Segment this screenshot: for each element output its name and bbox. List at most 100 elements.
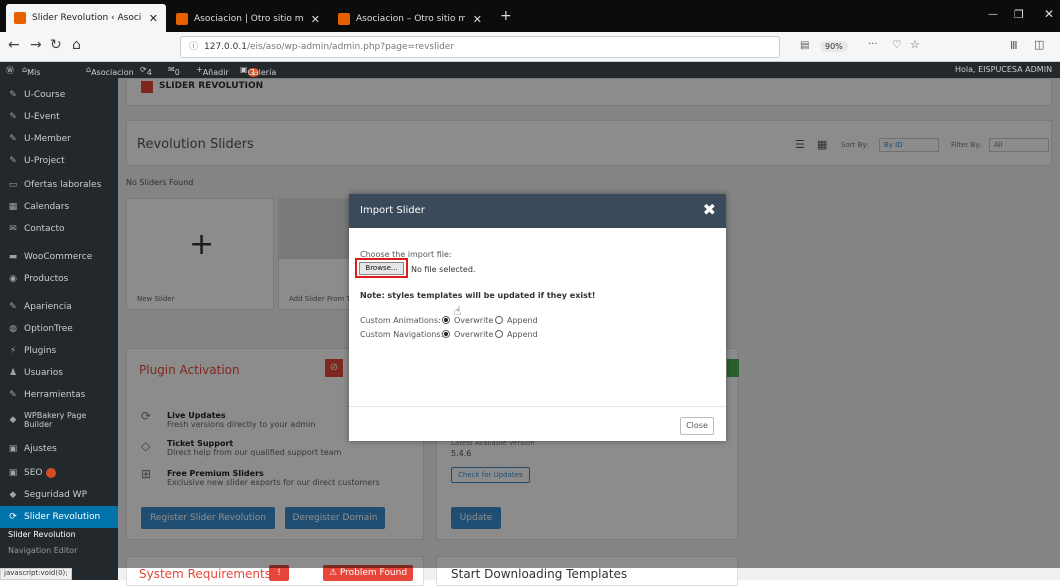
users-icon: ♟: [8, 368, 18, 378]
tab-asociacion-2[interactable]: Asociacion – Otro sitio más de ✕: [330, 6, 490, 32]
animations-overwrite-radio[interactable]: [442, 316, 450, 324]
wrench-icon: ✎: [9, 390, 17, 400]
pin-icon: ✎: [9, 112, 17, 122]
my-sites-link[interactable]: ⌂ Mis sitios: [22, 65, 48, 86]
sidebar-item[interactable]: ✎ U-Project: [0, 150, 118, 172]
sidebar-item[interactable]: ⚡ Plugins: [0, 340, 118, 362]
wp-admin-sidebar: ✎ U-Course ✎ U-Event ✎ U-Member ✎ U-Project ▭ Ofe…: [0, 78, 118, 580]
sidebar-subitem[interactable]: Slider Revolution: [0, 530, 118, 539]
reload-icon[interactable]: ↻: [50, 37, 62, 53]
sidebar-item-label: Usuarios: [24, 368, 63, 378]
site-name-label: Asociacion: [91, 68, 134, 77]
back-icon[interactable]: ←: [8, 37, 20, 53]
info-icon[interactable]: ⓘ: [189, 42, 198, 52]
updates-count: 4: [146, 68, 152, 77]
sidebar-item-label: Apariencia: [24, 302, 72, 312]
navigations-overwrite-radio[interactable]: [442, 330, 450, 338]
favicon-icon: [176, 13, 188, 25]
pin-icon: ✎: [9, 90, 17, 100]
sidebar-item-label: Seguridad WP: [24, 490, 87, 500]
user-greeting[interactable]: Hola, EISPUCESA ADMIN: [955, 65, 1052, 74]
site-name-link[interactable]: ⌂ Asociacion: [86, 65, 134, 77]
sidebar-subitem[interactable]: Navigation Editor: [0, 546, 118, 555]
sidebar-item[interactable]: ▣ SEO: [0, 462, 118, 484]
navigations-append-radio[interactable]: [495, 330, 503, 338]
sidebar-item[interactable]: ⟳ Slider Revolution: [0, 506, 118, 528]
updates-link[interactable]: ⟳ 4: [140, 65, 152, 77]
library-icon[interactable]: Ⅲ: [1010, 39, 1018, 52]
gallery-link[interactable]: ▣ 1 Galería: [240, 65, 276, 77]
box-icon: ◉: [9, 274, 17, 284]
close-icon[interactable]: ✖: [703, 200, 716, 219]
tree-icon: ◍: [9, 324, 17, 334]
sidebar-item-label: WooCommerce: [24, 252, 93, 262]
sidebar-item[interactable]: ▭ Ofertas laborales: [0, 174, 118, 196]
overwrite-label: Overwrite: [454, 330, 494, 339]
close-window-icon[interactable]: ✕: [1044, 7, 1054, 21]
sidebar-item-label: Plugins: [24, 346, 57, 356]
animations-append-radio[interactable]: [495, 316, 503, 324]
sidebar-item[interactable]: ▬ WooCommerce: [0, 246, 118, 268]
sidebar-item-label: WPBakery Page Builder: [24, 411, 87, 429]
plug-icon: ⚡: [9, 346, 17, 356]
add-new-link[interactable]: + Añadir: [196, 65, 229, 77]
sidebar-item[interactable]: ✎ U-Member: [0, 128, 118, 150]
browse-button[interactable]: Browse...: [359, 262, 404, 275]
sidebar-item-label: SEO: [24, 468, 43, 478]
url-bar[interactable]: ⓘ 127.0.0.1/eis/aso/wp-admin/admin.php?pa…: [180, 36, 780, 58]
reader-view-icon[interactable]: ▤: [800, 40, 809, 51]
favicon-icon: [14, 12, 26, 24]
pocket-icon[interactable]: ♡: [892, 38, 902, 51]
sidebar-item[interactable]: ◉ Productos: [0, 268, 118, 290]
bakery-icon: ◆: [9, 415, 17, 425]
sidebar-item[interactable]: ✎ Apariencia: [0, 296, 118, 318]
sidebar-item[interactable]: ✎ U-Event: [0, 106, 118, 128]
sidebar-item[interactable]: ♟ Usuarios: [0, 362, 118, 384]
sidebar-item-label: Slider Revolution: [24, 512, 101, 522]
zoom-level[interactable]: 90%: [820, 41, 848, 52]
sidebar-item[interactable]: ◍ OptionTree: [0, 318, 118, 340]
favicon-icon: [338, 13, 350, 25]
sidebar-item-label: Ajustes: [24, 444, 57, 454]
sidebar-item[interactable]: ▣ Ajustes: [0, 438, 118, 460]
no-file-selected-text: No file selected.: [411, 265, 476, 274]
browser-tab-bar: Slider Revolution ‹ Asociacion ✕ Asociac…: [0, 0, 1060, 32]
close-tab-icon[interactable]: ✕: [149, 12, 158, 25]
sidebar-toggle-icon[interactable]: ◫: [1034, 38, 1044, 51]
close-tab-icon[interactable]: ✕: [473, 13, 482, 26]
url-path: /eis/aso/wp-admin/admin.php?page=revslid…: [246, 42, 455, 52]
new-tab-button[interactable]: +: [500, 8, 512, 24]
close-tab-icon[interactable]: ✕: [311, 13, 320, 26]
forward-icon[interactable]: →: [30, 37, 42, 53]
tab-title: Slider Revolution ‹ Asociacion: [32, 13, 141, 23]
comments-link[interactable]: ✉ 0: [168, 65, 180, 77]
overwrite-label: Overwrite: [454, 316, 494, 325]
wordpress-logo-icon[interactable]: Ⓦ: [6, 65, 14, 76]
custom-animations-label: Custom Animations:: [360, 316, 441, 325]
close-button[interactable]: Close: [680, 417, 714, 435]
brush-icon: ✎: [9, 302, 17, 312]
sidebar-item-label: U-Event: [24, 112, 60, 122]
sidebar-item[interactable]: ◆ WPBakery Page Builder: [0, 406, 118, 434]
shield-icon: ◆: [9, 490, 17, 500]
start-downloading-title: Start Downloading Templates: [451, 567, 628, 581]
tab-slider-revolution[interactable]: Slider Revolution ‹ Asociacion ✕: [6, 4, 166, 32]
pin-icon: ✎: [9, 134, 17, 144]
pin-icon: ✎: [9, 156, 17, 166]
restore-icon[interactable]: ❐: [1014, 8, 1024, 21]
sidebar-item[interactable]: ◆ Seguridad WP: [0, 484, 118, 506]
page-actions-icon[interactable]: ···: [868, 39, 878, 50]
home-icon[interactable]: ⌂: [72, 37, 81, 53]
sidebar-item[interactable]: ▦ Calendars: [0, 196, 118, 218]
append-label: Append: [507, 316, 538, 325]
status-bar: javascript:void(0);: [0, 568, 72, 580]
dialog-footer: Close: [349, 406, 726, 441]
minimize-icon[interactable]: —: [988, 9, 998, 20]
sidebar-item[interactable]: ✉ Contacto: [0, 218, 118, 240]
import-slider-dialog: Import Slider ✖ Choose the import file: …: [349, 194, 726, 441]
bookmark-star-icon[interactable]: ☆: [910, 38, 920, 51]
browser-nav-bar: ← → ↻ ⌂ ⓘ 127.0.0.1/eis/aso/wp-admin/admi…: [0, 32, 1060, 62]
tab-asociacion-1[interactable]: Asociacion | Otro sitio más de ✕: [168, 6, 328, 32]
sidebar-item[interactable]: ✎ U-Course: [0, 84, 118, 106]
sidebar-item[interactable]: ✎ Herramientas: [0, 384, 118, 406]
